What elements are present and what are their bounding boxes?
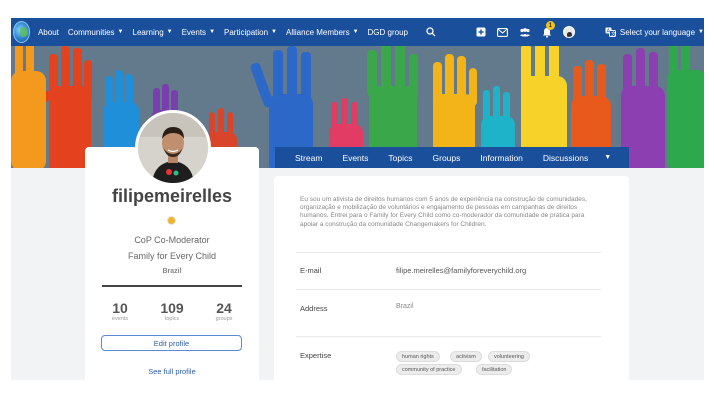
nav-alliance-members[interactable]: Alliance Members ▼: [286, 28, 359, 37]
expertise-tag[interactable]: volunteering: [488, 351, 530, 362]
address-value: Brazil: [396, 303, 414, 310]
stat-value: 10: [112, 300, 128, 316]
more-caret-icon[interactable]: ▼: [604, 154, 611, 161]
stat-events[interactable]: 10 events: [95, 300, 145, 322]
caret-down-icon: ▼: [117, 29, 124, 35]
top-navbar: About Communities ▼ Learning ▼ Events ▼ Par…: [11, 18, 704, 46]
caret-down-icon: ▼: [166, 29, 173, 35]
profile-username: filipemeirelles: [111, 186, 233, 206]
verified-badge-icon: [167, 216, 176, 225]
caret-down-icon: ▼: [698, 29, 704, 35]
profile-photo: [135, 110, 211, 186]
tab-information[interactable]: Information: [480, 153, 523, 163]
nav-dgd-group[interactable]: DGD group: [368, 28, 408, 37]
caret-down-icon: ▼: [352, 29, 359, 35]
divider: [102, 285, 242, 287]
expertise-label: Expertise: [300, 351, 332, 360]
people-icon[interactable]: [519, 24, 531, 40]
avatar: [562, 26, 575, 38]
expertise-tag[interactable]: human rights: [396, 351, 440, 362]
stat-topics[interactable]: 109 topics: [147, 300, 197, 322]
page-frame: About Communities ▼ Learning ▼ Events ▼ Par…: [11, 18, 704, 380]
tab-groups[interactable]: Groups: [433, 153, 461, 163]
stat-value: 109: [160, 300, 184, 316]
stat-value: 24: [216, 300, 232, 316]
profile-role: CoP Co-Moderator: [134, 235, 210, 245]
expertise-tag[interactable]: community of practice: [396, 364, 462, 375]
caret-down-icon: ▼: [271, 29, 277, 35]
user-avatar-menu[interactable]: [562, 24, 575, 40]
stat-label: groups: [215, 316, 233, 322]
globe-logo-icon[interactable]: [13, 21, 30, 43]
translate-icon: A文: [605, 27, 616, 37]
nav-learning[interactable]: Learning ▼: [133, 28, 173, 37]
profile-organization: Family for Every Child: [127, 251, 217, 261]
nav-events[interactable]: Events ▼: [182, 28, 215, 37]
svg-text:文: 文: [611, 30, 616, 37]
profile-stats: 10 events 109 topics 24 groups: [95, 300, 249, 322]
info-card: Eu sou um ativista de direitos humanos c…: [274, 176, 629, 380]
notification-badge: 1: [545, 21, 555, 30]
stat-groups[interactable]: 24 groups: [199, 300, 249, 322]
nav-communities[interactable]: Communities ▼: [68, 28, 124, 37]
divider: [296, 289, 601, 290]
address-label: Address: [300, 304, 328, 313]
email-label: E-mail: [300, 266, 322, 275]
bell-icon[interactable]: 1: [541, 21, 555, 40]
divider: [296, 336, 601, 337]
language-selector[interactable]: A文 Select your language ▼: [605, 27, 704, 37]
edit-profile-button[interactable]: Edit profile: [101, 335, 242, 351]
stat-label: topics: [164, 316, 180, 322]
tab-topics[interactable]: Topics: [388, 153, 412, 163]
tab-stream[interactable]: Stream: [295, 153, 322, 163]
stat-label: events: [111, 316, 129, 322]
nav-participation[interactable]: Participation ▼: [224, 28, 277, 37]
email-value[interactable]: filipe.meirelles@familyforeverychild.org: [396, 266, 526, 275]
see-full-profile-link[interactable]: See full profile: [85, 367, 259, 376]
divider: [296, 252, 601, 253]
profile-country: Brazil: [162, 268, 182, 275]
expertise-tag[interactable]: activism: [450, 351, 482, 362]
plus-square-icon[interactable]: [475, 24, 487, 40]
mail-icon[interactable]: [497, 24, 509, 40]
caret-down-icon: ▼: [209, 29, 216, 35]
profile-tabbar: Stream Events Topics Groups Information …: [275, 147, 629, 168]
nav-about[interactable]: About: [38, 28, 59, 37]
expertise-tag[interactable]: facilitation: [476, 364, 513, 375]
tab-events[interactable]: Events: [342, 153, 368, 163]
profile-bio: Eu sou um ativista de direitos humanos c…: [300, 196, 587, 228]
search-icon[interactable]: [425, 24, 437, 40]
tab-discussions[interactable]: Discussions: [543, 153, 588, 163]
